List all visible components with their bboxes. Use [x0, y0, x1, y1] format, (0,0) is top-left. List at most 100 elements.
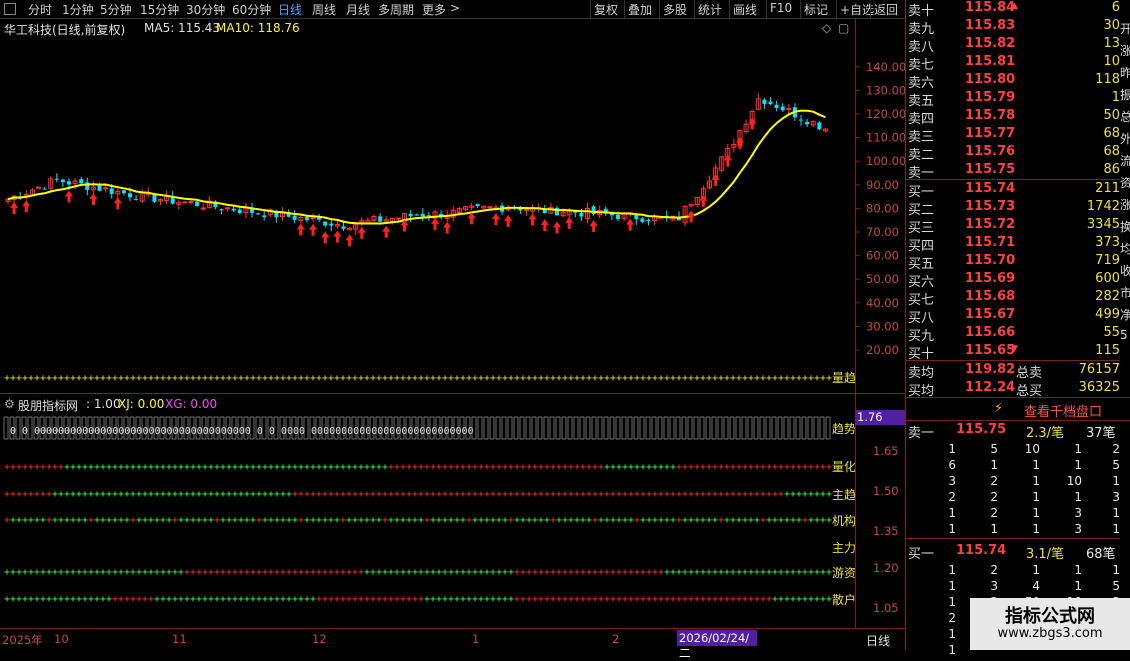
price-tick: 40.00	[866, 296, 899, 310]
ask-level-8[interactable]: 卖三 115.77 68	[906, 126, 1120, 145]
trend-bar	[687, 416, 693, 440]
tab-10[interactable]: 更多	[422, 1, 446, 18]
ask-level-price: 115.82	[965, 36, 1016, 51]
price-tick: 20.00	[866, 343, 899, 357]
trend-bar	[657, 416, 663, 440]
menu-box-icon[interactable]	[4, 3, 16, 15]
bid-level-3[interactable]: 买三 115.72 3345	[906, 217, 1120, 236]
kline-chart[interactable]: 140.00 130.00 120.00 110.00 100.00 90.00 80.00…	[0, 19, 906, 391]
candle-body	[762, 99, 767, 104]
ask-level-10[interactable]: 卖一 115.75 86	[906, 162, 1120, 181]
tab-4[interactable]: 30分钟	[186, 1, 225, 18]
buy-arrow-icon	[357, 226, 366, 239]
toolbar-button-6[interactable]: 标记	[804, 1, 828, 18]
queue-cell: 2	[948, 611, 956, 625]
candle-body	[121, 190, 126, 194]
candle-body	[323, 221, 328, 226]
toolbar-button-3[interactable]: 统计	[698, 1, 722, 18]
ask-level-9[interactable]: 卖二 115.76 68	[906, 144, 1120, 163]
avg-ask-row: 卖均 119.82 总卖 76157	[906, 362, 1120, 381]
toolbar-button-0[interactable]: 复权	[594, 1, 618, 18]
ask-level-volume: 118	[1095, 72, 1120, 87]
diamond-icon[interactable]: ◇	[822, 21, 831, 35]
price-tick: 130.00	[866, 83, 905, 97]
tab-0[interactable]: 分时	[28, 1, 52, 18]
buy-arrow-icon	[748, 117, 757, 130]
buy-arrow-icon	[321, 231, 330, 244]
bid-level-5[interactable]: 买五 115.70 719	[906, 253, 1120, 272]
candle-body	[408, 213, 413, 217]
quote-strip-char: 5	[1120, 328, 1128, 342]
trend-bar	[669, 416, 675, 440]
trend-bar	[693, 416, 699, 440]
chart-title: 华工科技(日线,前复权)	[4, 23, 126, 37]
level2-ask1-label: 卖一	[908, 426, 935, 441]
ask-level-6[interactable]: 卖五 115.79 1	[906, 90, 1120, 109]
view-depth-button[interactable]: 查看千档盘口	[1024, 401, 1102, 420]
bid-level-1[interactable]: 买一 115.74 211	[906, 181, 1120, 200]
ask-level-7[interactable]: 卖四 115.78 50	[906, 108, 1120, 127]
xaxis-label-jan: 1	[472, 632, 480, 646]
level2-ask1-per: 2.3/笔	[1026, 426, 1065, 441]
bid-level-volume: 373	[1095, 235, 1120, 250]
bid-level-2[interactable]: 买二 115.73 1742	[906, 199, 1120, 218]
indicator-chart[interactable]: 1.65 1.50 1.35 1.20 1.05 0 0 0000000000000000…	[0, 395, 905, 627]
queue-cell: 1	[948, 627, 956, 641]
toolbar-button-2[interactable]: 多股	[663, 1, 687, 18]
indicator-settings-icon[interactable]: ⚙	[4, 397, 15, 411]
tab-7[interactable]: 周线	[312, 1, 336, 18]
candle-body	[195, 201, 200, 207]
toolbar-button-7[interactable]: +自选	[840, 1, 874, 18]
trend-bar	[681, 416, 687, 440]
bid-level-4[interactable]: 买四 115.71 373	[906, 235, 1120, 254]
candle-body	[469, 205, 475, 208]
indicator-panel[interactable]: 1.65 1.50 1.35 1.20 1.05 0 0 0000000000000000…	[0, 395, 905, 627]
tab-8[interactable]: 月线	[346, 1, 370, 18]
trend-bar	[783, 416, 789, 440]
candle-body	[640, 218, 645, 222]
queue-cell: 1	[948, 579, 956, 593]
bid-level-price: 115.66	[965, 325, 1016, 340]
toolbar-button-4[interactable]: 画线	[733, 1, 757, 18]
bid-level-8[interactable]: 买八 115.67 499	[906, 307, 1120, 326]
kline-chart-panel[interactable]: 140.00 130.00 120.00 110.00 100.00 90.00 80.00…	[0, 19, 906, 391]
up-arrow-icon: ▲	[1011, 1, 1018, 11]
bid-level-volume: 282	[1095, 289, 1120, 304]
period-label[interactable]: 日线	[866, 632, 890, 649]
trend-bar	[525, 416, 531, 440]
ask-level-price: 115.75	[965, 162, 1016, 177]
bid-level-9[interactable]: 买九 115.66 55	[906, 325, 1120, 344]
tab-5[interactable]: 60分钟	[232, 1, 271, 18]
queue-cell: 2	[948, 490, 956, 504]
tab-9[interactable]: 多周期	[378, 1, 414, 18]
quote-strip-char: 均	[1120, 242, 1130, 256]
ask-level-4[interactable]: 卖七 115.81 10	[906, 54, 1120, 73]
candle-body	[128, 193, 132, 198]
toolbar-button-5[interactable]: F10	[770, 1, 792, 15]
tab-6[interactable]: 日线	[278, 1, 302, 18]
trend-bar	[621, 416, 627, 440]
settings-square-icon[interactable]: ▢	[838, 21, 849, 35]
bid-level-6[interactable]: 买六 115.69 600	[906, 271, 1120, 290]
toolbar-button-1[interactable]: 叠加	[628, 1, 652, 18]
tab-1[interactable]: 1分钟	[62, 1, 94, 18]
level2-ask1: 卖一 115.75 2.3/笔 37笔	[906, 422, 1120, 441]
queue-cell: 6	[948, 458, 956, 472]
candle-body	[188, 201, 194, 204]
candle-body	[817, 122, 822, 130]
bid-level-price: 115.69	[965, 271, 1016, 286]
bid-level-7[interactable]: 买七 115.68 282	[906, 289, 1120, 308]
quote-strip-char: 换	[1120, 220, 1130, 234]
ask-level-2[interactable]: 卖九 115.83 30	[906, 18, 1120, 37]
ask-level-5[interactable]: 卖六 115.80 118	[906, 72, 1120, 91]
tab-3[interactable]: 15分钟	[140, 1, 179, 18]
ask-level-3[interactable]: 卖八 115.82 13	[906, 36, 1120, 55]
trend-bar	[519, 416, 525, 440]
buy-arrow-icon	[65, 190, 73, 203]
trend-bar	[705, 416, 711, 440]
tab-2[interactable]: 5分钟	[100, 1, 132, 18]
quote-strip-char: 收	[1120, 264, 1130, 278]
toolbar-button-8[interactable]: 返回	[874, 1, 898, 18]
trend-bar	[771, 416, 777, 440]
more-chevron-icon[interactable]: >	[450, 1, 460, 15]
